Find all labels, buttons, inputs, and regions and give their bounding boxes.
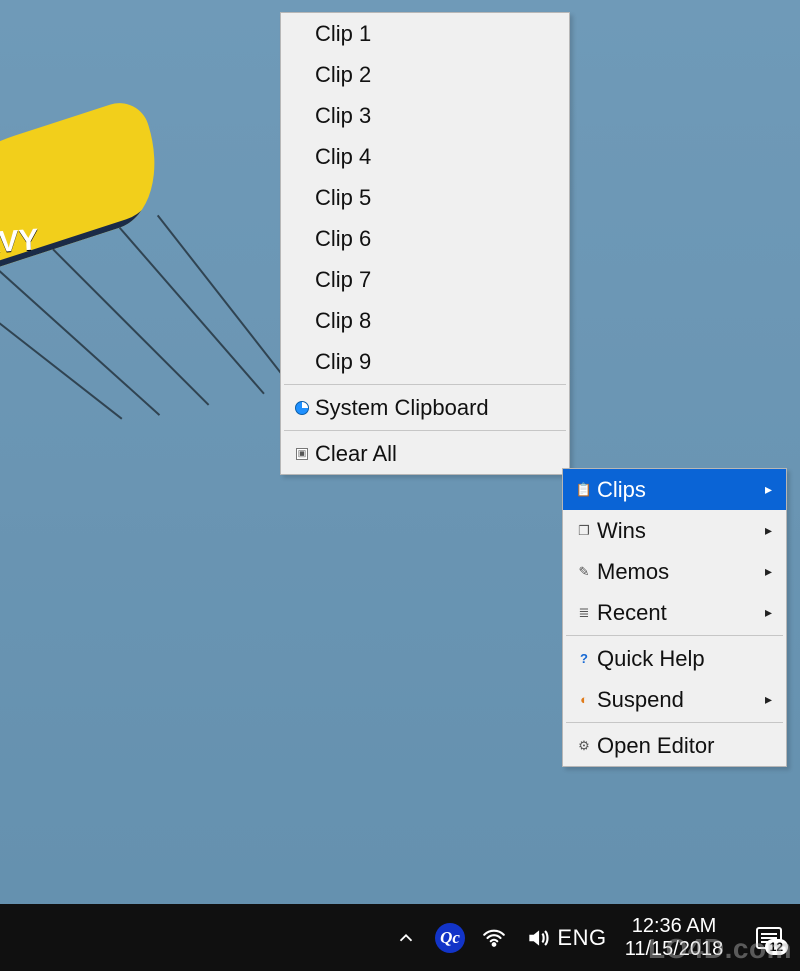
qc-tray-icon[interactable]: Qc: [428, 904, 472, 971]
clips-submenu: Clip 1 Clip 2 Clip 3 Clip 4 Clip 5 Clip …: [280, 12, 570, 475]
tray-context-menu: Clips ▸ ❐ Wins ▸ ✎ Memos ▸ ≣ Recent ▸ ? …: [562, 468, 787, 767]
clip-item-label: Clip 3: [315, 103, 555, 129]
submenu-arrow-icon: ▸: [758, 691, 772, 708]
clip-item-label: Clip 6: [315, 226, 555, 252]
menu-item-wins[interactable]: ❐ Wins ▸: [563, 510, 786, 551]
menu-separator: [284, 384, 566, 385]
memos-icon: ✎: [571, 564, 597, 580]
clip-item-5[interactable]: Clip 5: [281, 177, 569, 218]
clock-date: 11/15/2018: [625, 938, 724, 961]
help-icon: ?: [571, 651, 597, 666]
clip-item-8[interactable]: Clip 8: [281, 300, 569, 341]
menu-item-label: Quick Help: [597, 646, 772, 672]
clock-time: 12:36 AM: [632, 915, 717, 938]
language-indicator[interactable]: ENG: [560, 904, 604, 971]
clip-item-9[interactable]: Clip 9: [281, 341, 569, 382]
menu-item-label: Suspend: [597, 687, 758, 713]
clip-item-label: Clip 1: [315, 21, 555, 47]
language-label: ENG: [557, 925, 606, 951]
suspend-icon: ◐: [571, 692, 597, 707]
menu-item-suspend[interactable]: ◐ Suspend ▸: [563, 679, 786, 720]
tray-overflow-button[interactable]: [384, 904, 428, 971]
clip-item-2[interactable]: Clip 2: [281, 54, 569, 95]
clip-item-6[interactable]: Clip 6: [281, 218, 569, 259]
menu-item-clips[interactable]: Clips ▸: [563, 469, 786, 510]
clipboard-icon: [571, 482, 597, 498]
menu-item-label: Open Editor: [597, 733, 772, 759]
volume-tray-icon[interactable]: [516, 904, 560, 971]
menu-item-label: Recent: [597, 600, 758, 626]
clip-item-3[interactable]: Clip 3: [281, 95, 569, 136]
menu-separator: [566, 722, 783, 723]
system-clipboard-item[interactable]: System Clipboard: [281, 387, 569, 428]
menu-item-label: Clips: [597, 477, 758, 503]
clip-item-1[interactable]: Clip 1: [281, 13, 569, 54]
menu-separator: [284, 430, 566, 431]
menu-item-quick-help[interactable]: ? Quick Help: [563, 638, 786, 679]
menu-separator: [566, 635, 783, 636]
clip-item-4[interactable]: Clip 4: [281, 136, 569, 177]
pie-chart-icon: [289, 401, 315, 415]
clip-item-label: Clip 4: [315, 144, 555, 170]
submenu-arrow-icon: ▸: [758, 522, 772, 539]
menu-item-recent[interactable]: ≣ Recent ▸: [563, 592, 786, 633]
system-clipboard-label: System Clipboard: [315, 395, 555, 421]
recent-icon: ≣: [571, 605, 597, 621]
system-tray: Qc ENG 12:36 AM 11/15/2018 12: [384, 904, 800, 971]
menu-item-label: Memos: [597, 559, 758, 585]
clear-icon: ▣: [289, 448, 315, 460]
clear-all-label: Clear All: [315, 441, 555, 467]
wallpaper-parachute: NAVY: [0, 64, 188, 297]
action-center-button[interactable]: 12: [744, 904, 794, 971]
notification-badge: 12: [765, 939, 788, 955]
taskbar-clock[interactable]: 12:36 AM 11/15/2018: [604, 904, 744, 971]
clear-all-item[interactable]: ▣ Clear All: [281, 433, 569, 474]
clip-item-label: Clip 5: [315, 185, 555, 211]
taskbar: Qc ENG 12:36 AM 11/15/2018 12: [0, 904, 800, 971]
menu-item-memos[interactable]: ✎ Memos ▸: [563, 551, 786, 592]
qc-icon: Qc: [435, 923, 465, 953]
wifi-tray-icon[interactable]: [472, 904, 516, 971]
clip-item-label: Clip 2: [315, 62, 555, 88]
clip-item-label: Clip 8: [315, 308, 555, 334]
menu-item-open-editor[interactable]: ⚙ Open Editor: [563, 725, 786, 766]
gear-icon: ⚙: [571, 738, 597, 754]
clip-item-label: Clip 9: [315, 349, 555, 375]
notifications-icon: 12: [756, 927, 782, 949]
menu-item-label: Wins: [597, 518, 758, 544]
submenu-arrow-icon: ▸: [758, 563, 772, 580]
clip-item-label: Clip 7: [315, 267, 555, 293]
clip-item-7[interactable]: Clip 7: [281, 259, 569, 300]
submenu-arrow-icon: ▸: [758, 481, 772, 498]
windows-icon: ❐: [571, 523, 597, 539]
submenu-arrow-icon: ▸: [758, 604, 772, 621]
